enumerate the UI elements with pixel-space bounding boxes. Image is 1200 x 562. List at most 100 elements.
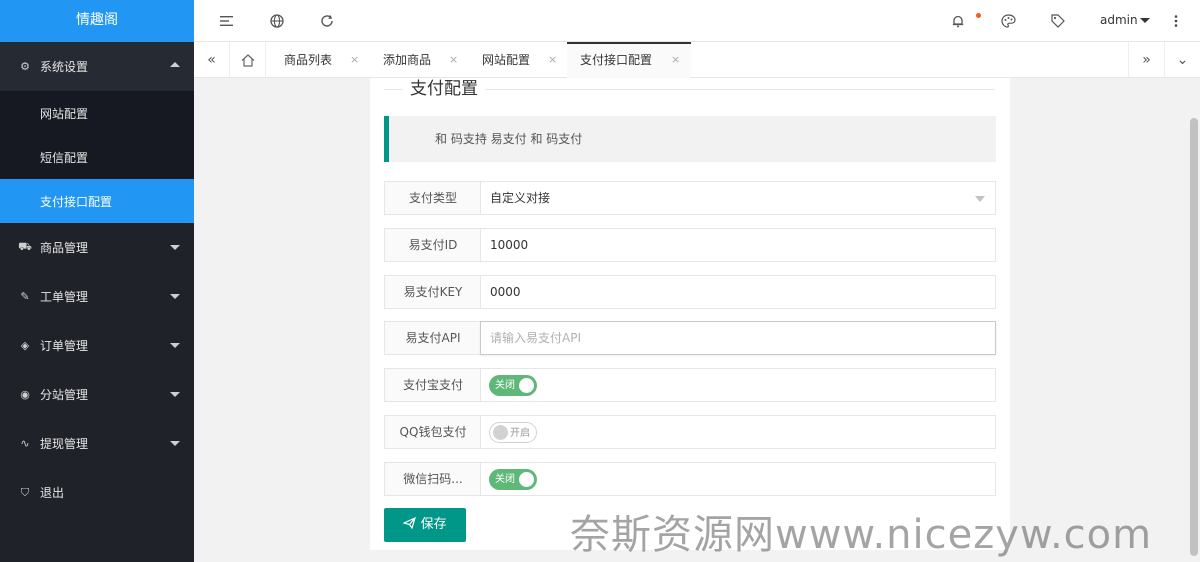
close-icon[interactable]: × [548, 42, 557, 78]
refresh-icon[interactable] [318, 12, 336, 30]
globe-icon[interactable] [268, 12, 286, 30]
sidebar-item-label: 提现管理 [40, 437, 89, 451]
submenu-item-payment-config[interactable]: 支付接口配置 [0, 179, 194, 223]
user-menu[interactable]: admin [1100, 13, 1138, 27]
page-scrollbar[interactable] [1190, 118, 1198, 556]
form-row-pay-type: 支付类型 自定义对接 [384, 181, 996, 215]
api-input[interactable]: 请输入易支付API [480, 321, 996, 355]
submenu-item-sms-config[interactable]: 短信配置 [0, 135, 194, 179]
tab-site-config[interactable]: 网站配置 × [482, 42, 568, 78]
pulse-icon: ∿ [20, 437, 30, 450]
chevron-up-icon [170, 62, 180, 67]
notification-dot [976, 13, 981, 18]
toggle-knob [519, 472, 534, 487]
more-vertical-icon[interactable] [1167, 12, 1185, 30]
tab-label: 网站配置 [482, 53, 531, 67]
wxpay-toggle[interactable]: 关闭 [489, 469, 537, 490]
toggle-label: 关闭 [495, 380, 515, 391]
top-bar: admin [194, 0, 1200, 42]
chevron-down-icon [170, 441, 180, 446]
sidebar-item-label: 工单管理 [40, 290, 89, 304]
key-label: 易支付KEY [384, 275, 482, 309]
watermark-text: 奈斯资源网www.nicezyw.com [570, 512, 1153, 558]
home-icon[interactable] [230, 42, 266, 78]
save-button-label: 保存 [420, 517, 447, 532]
tab-goods-list[interactable]: 商品列表 × [284, 42, 370, 78]
sidebar-item-logout[interactable]: ⛉ 退出 [0, 468, 194, 517]
gear-icon: ⚙ [20, 60, 30, 73]
shield-icon: ⛉ [20, 485, 30, 499]
form-row-alipay: 支付宝支付 关闭 [384, 368, 996, 402]
chevron-down-icon[interactable] [1140, 18, 1150, 23]
sidebar-item-withdraw[interactable]: ∿ 提现管理 [0, 419, 194, 468]
chevron-down-icon [170, 343, 180, 348]
qqpay-field: 开启 [480, 415, 996, 449]
pay-type-select[interactable]: 自定义对接 [480, 181, 996, 215]
chevron-down-icon[interactable]: ⌄ [1164, 42, 1200, 78]
submenu-item-site-config[interactable]: 网站配置 [0, 91, 194, 135]
notice-blockquote: 和 码支持 易支付 和 码支付 [384, 116, 996, 162]
cart-icon: ⛟ [18, 240, 32, 253]
form-row-api: 易支付API 请输入易支付API [384, 321, 996, 355]
save-button[interactable]: 保存 [384, 508, 466, 542]
chevron-down-icon [975, 196, 985, 202]
toggle-label: 关闭 [495, 474, 515, 485]
alipay-field: 关闭 [480, 368, 996, 402]
sidebar-item-label: 分站管理 [40, 388, 89, 402]
qqpay-toggle[interactable]: 开启 [489, 422, 537, 443]
wxpay-label: 微信扫码... [384, 462, 482, 496]
sidebar-item-orders[interactable]: ◈ 订单管理 [0, 321, 194, 370]
sidebar-item-label: 系统设置 [40, 60, 89, 74]
pid-label: 易支付ID [384, 228, 482, 262]
chevron-down-icon [170, 245, 180, 250]
sidebar-item-label: 商品管理 [40, 241, 89, 255]
api-label: 易支付API [384, 321, 482, 355]
toggle-knob [519, 378, 534, 393]
close-icon[interactable]: × [671, 44, 680, 76]
form-row-wxpay: 微信扫码... 关闭 [384, 462, 996, 496]
sidebar-item-system-settings[interactable]: ⚙ 系统设置 [0, 42, 194, 91]
tabs-scroll-left-icon[interactable]: « [194, 42, 230, 78]
toggle-label: 开启 [510, 428, 530, 439]
sidebar-item-tickets[interactable]: ✎ 工单管理 [0, 272, 194, 321]
close-icon[interactable]: × [350, 42, 359, 78]
chevron-down-icon [170, 392, 180, 397]
sidebar-item-label: 订单管理 [40, 339, 89, 353]
key-input[interactable]: 0000 [480, 275, 996, 309]
palette-icon[interactable] [999, 12, 1017, 30]
form-row-key: 易支付KEY 0000 [384, 275, 996, 309]
alipay-toggle[interactable]: 关闭 [489, 375, 537, 396]
menu-fold-icon[interactable] [218, 12, 236, 30]
payment-config-card: 支付配置 和 码支持 易支付 和 码支付 支付类型 自定义对接 易支付ID 10… [370, 78, 1010, 550]
stack-icon: ◈ [20, 339, 30, 352]
close-icon[interactable]: × [449, 42, 458, 78]
ticket-icon: ✎ [20, 290, 30, 303]
wxpay-field: 关闭 [480, 462, 996, 496]
tab-label: 支付接口配置 [580, 53, 653, 67]
pay-type-label: 支付类型 [384, 181, 482, 215]
globe-icon: ◉ [20, 388, 30, 401]
tab-bar: « 商品列表 × 添加商品 × 网站配置 × 支付接口配置 × » ⌄ [194, 42, 1200, 78]
qqpay-label: QQ钱包支付 [384, 415, 482, 449]
tag-icon[interactable] [1049, 12, 1067, 30]
send-icon [402, 516, 420, 532]
tab-payment-config[interactable]: 支付接口配置 × [567, 42, 691, 78]
sidebar-item-goods[interactable]: ⛟ 商品管理 [0, 223, 194, 272]
sidebar-item-substations[interactable]: ◉ 分站管理 [0, 370, 194, 419]
bell-icon[interactable] [949, 12, 967, 30]
alipay-label: 支付宝支付 [384, 368, 482, 402]
pay-type-value: 自定义对接 [490, 191, 551, 205]
form-legend: 支付配置 [402, 78, 486, 100]
tab-label: 商品列表 [284, 53, 333, 67]
sidebar: 情趣阁 ⚙ 系统设置 网站配置 短信配置 支付接口配置 ⛟ 商品管理 ✎ 工单管… [0, 0, 194, 562]
submenu-system-settings: 网站配置 短信配置 支付接口配置 [0, 91, 194, 223]
toggle-knob [493, 425, 508, 440]
pid-input[interactable]: 10000 [480, 228, 996, 262]
app-logo[interactable]: 情趣阁 [0, 0, 194, 42]
tab-label: 添加商品 [383, 53, 432, 67]
tabs-scroll-right-icon[interactable]: » [1128, 42, 1164, 78]
chevron-down-icon [170, 294, 180, 299]
form-row-pid: 易支付ID 10000 [384, 228, 996, 262]
form-row-qqpay: QQ钱包支付 开启 [384, 415, 996, 449]
tab-add-goods[interactable]: 添加商品 × [383, 42, 473, 78]
